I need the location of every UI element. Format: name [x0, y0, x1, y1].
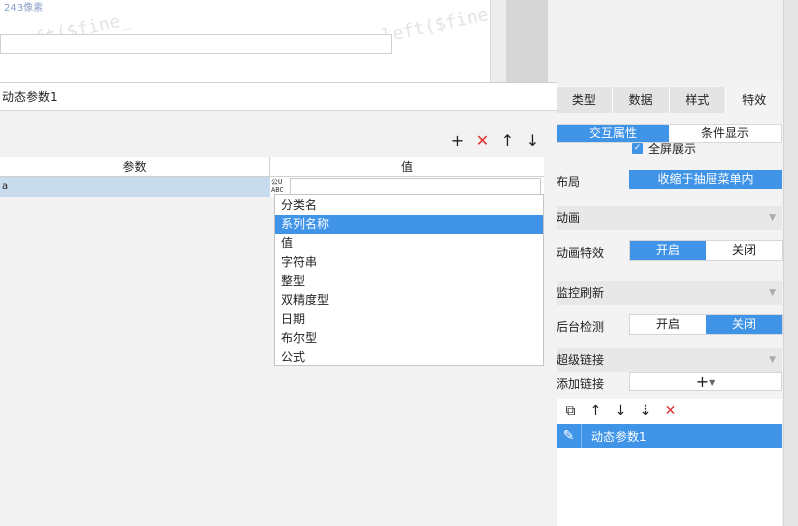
editor-canvas: 243像素 -left($fine_ -left($fine_c: [0, 0, 512, 82]
value-type-icon[interactable]: 公U ABC: [271, 178, 289, 194]
background-check-label: 后台检测: [556, 320, 605, 334]
section-animation[interactable]: 动画 ▼: [556, 206, 782, 230]
parameter-table: 参数 值 a 公U ABC: [0, 157, 544, 197]
fullscreen-label: 全屏展示: [648, 142, 697, 156]
monitor-on-button[interactable]: 开启: [630, 315, 706, 334]
tab-style[interactable]: 样式: [670, 87, 727, 113]
link-toolbar: ⧉ ↑ ↓ ⇣ ✕: [556, 399, 782, 423]
dropdown-arrow-icon: ▼: [709, 378, 716, 387]
table-header: 参数 值: [0, 157, 544, 177]
dropdown-option-category[interactable]: 分类名: [275, 196, 543, 215]
dropdown-option-integer[interactable]: 整型: [275, 272, 543, 291]
section-monitor-refresh[interactable]: 监控刷新 ▼: [556, 281, 782, 305]
copy-icon[interactable]: ⧉: [562, 403, 579, 419]
animation-on-button[interactable]: 开启: [630, 241, 706, 260]
edit-icon[interactable]: ✎: [556, 424, 582, 448]
param-toolbar: + ✕ ↑ ↓: [448, 131, 542, 150]
add-icon[interactable]: +: [448, 131, 467, 150]
panel-scrollbar[interactable]: [783, 0, 798, 526]
move-down-icon[interactable]: ↓: [523, 131, 542, 150]
size-hint: 243像素: [4, 3, 44, 14]
dropdown-option-formula[interactable]: 公式: [275, 348, 543, 367]
tab-type[interactable]: 类型: [556, 87, 613, 113]
dropdown-option-double[interactable]: 双精度型: [275, 291, 543, 310]
link-item-label: 动态参数1: [591, 429, 647, 444]
section-hyperlink[interactable]: 超级链接 ▼: [556, 348, 782, 372]
move-up-icon[interactable]: ↑: [498, 131, 517, 150]
section-monitor-label: 监控刷新: [556, 286, 605, 300]
properties-panel: 类型 数据 样式 特效 交互属性 条件显示 ✓ 全屏展示 布局 收缩于抽屉菜单内…: [548, 0, 798, 526]
editor-text-field[interactable]: [0, 34, 392, 54]
animation-off-button[interactable]: 关闭: [706, 241, 782, 260]
collapse-caret-icon: ▼: [769, 288, 776, 298]
collapse-caret-icon: ▼: [769, 355, 776, 365]
tab-data[interactable]: 数据: [613, 87, 670, 113]
editor-scrollbar[interactable]: [490, 0, 506, 82]
fullscreen-checkbox[interactable]: ✓: [632, 143, 643, 154]
properties-tabs: 类型 数据 样式 特效: [556, 87, 782, 113]
animation-effect-label: 动画特效: [556, 246, 605, 260]
section-hyperlink-label: 超级链接: [556, 353, 605, 367]
add-link-button[interactable]: +▼: [629, 372, 782, 391]
panel-header-area: [548, 0, 798, 86]
monitor-off-button[interactable]: 关闭: [706, 315, 782, 334]
move-up-icon[interactable]: ↑: [587, 403, 604, 419]
collapse-caret-icon: ▼: [769, 213, 776, 223]
delete-icon[interactable]: ✕: [662, 403, 679, 419]
layout-select[interactable]: 收缩于抽屉菜单内: [629, 170, 782, 189]
value-type-dropdown: 分类名 系列名称 值 字符串 整型 双精度型 日期 布尔型 公式: [274, 194, 544, 366]
dialog-title: 动态参数1: [0, 83, 557, 111]
list-item[interactable]: ✎ 动态参数1: [556, 424, 782, 448]
dropdown-option-value[interactable]: 值: [275, 234, 543, 253]
param-name-cell[interactable]: a: [0, 177, 270, 197]
move-to-bottom-icon[interactable]: ⇣: [637, 403, 654, 419]
add-link-label: 添加链接: [556, 377, 605, 391]
layout-label: 布局: [556, 175, 581, 189]
monitor-toggle: 开启 关闭: [629, 314, 783, 335]
link-list: ✎ 动态参数1: [556, 423, 782, 526]
plus-icon: +: [695, 372, 710, 391]
dropdown-option-date[interactable]: 日期: [275, 310, 543, 329]
column-header-value: 值: [400, 160, 413, 174]
column-header-param: 参数: [0, 157, 270, 176]
animation-toggle: 开启 关闭: [629, 240, 783, 261]
dropdown-option-boolean[interactable]: 布尔型: [275, 329, 543, 348]
dropdown-option-string[interactable]: 字符串: [275, 253, 543, 272]
tab-effects[interactable]: 特效: [726, 87, 782, 113]
delete-icon[interactable]: ✕: [473, 131, 492, 150]
dropdown-option-series-name[interactable]: 系列名称: [275, 215, 543, 234]
editor-margin: [506, 0, 548, 82]
move-down-icon[interactable]: ↓: [612, 403, 629, 419]
section-animation-label: 动画: [556, 211, 581, 225]
